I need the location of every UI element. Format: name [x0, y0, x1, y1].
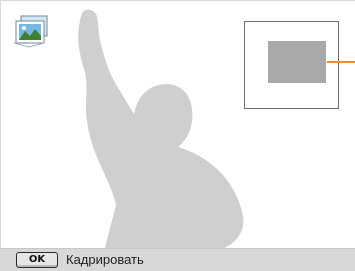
landscape-photo-icon	[13, 15, 48, 48]
crop-action-label: Кадрировать	[66, 252, 144, 267]
crop-selection-box[interactable]	[268, 41, 326, 83]
bottom-action-bar: OK Кадрировать	[0, 248, 355, 271]
callout-leader-line	[327, 61, 355, 63]
child-silhouette	[78, 9, 244, 251]
ok-button[interactable]: OK	[16, 252, 58, 268]
camera-screen: OK Кадрировать	[0, 0, 355, 271]
